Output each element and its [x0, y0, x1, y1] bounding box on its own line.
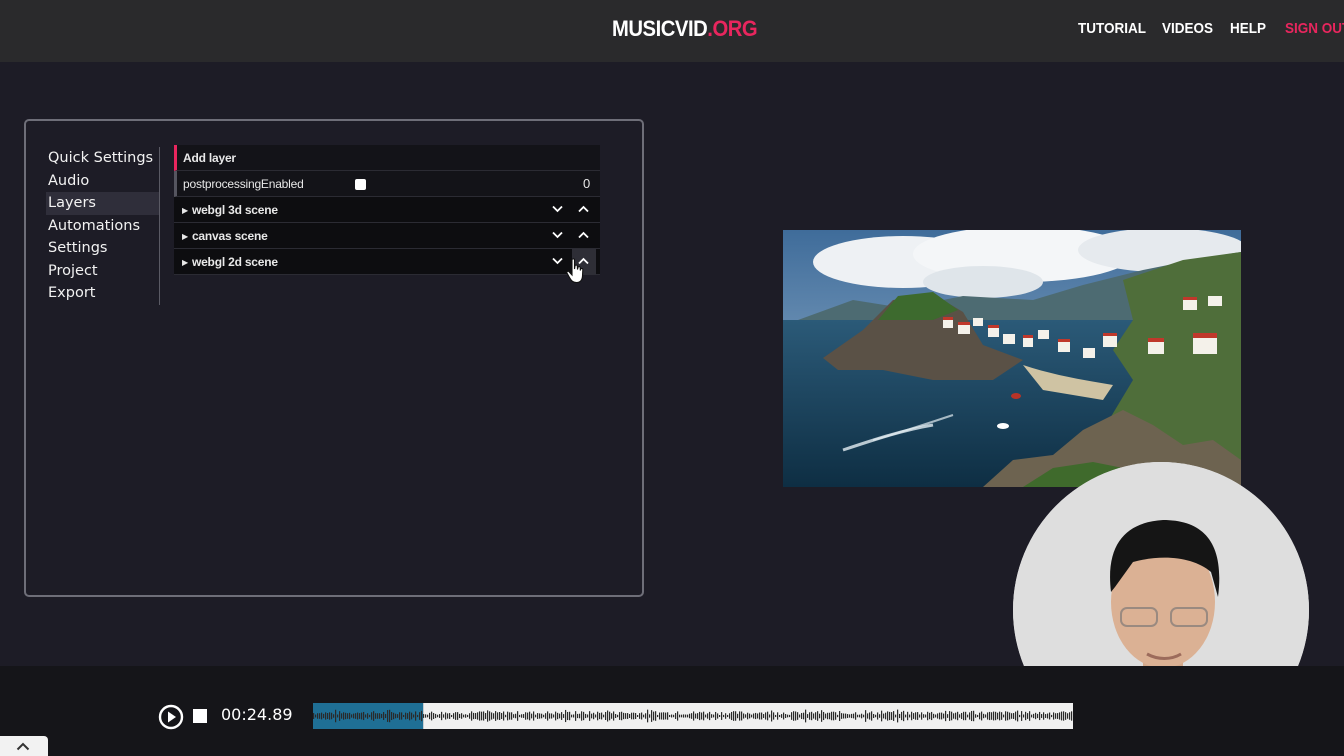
sidebar-item-layers[interactable]: Layers	[46, 192, 160, 215]
playback-time: 00:24.89	[221, 705, 293, 724]
expand-timeline-button[interactable]	[0, 736, 48, 756]
layers-list: Add layer postprocessingEnabled 0 ▶ webgl…	[174, 145, 600, 275]
sidebar-item-automations[interactable]: Automations	[46, 215, 160, 238]
chevron-up-icon	[578, 231, 589, 239]
chevron-down-icon	[552, 231, 563, 239]
layer-row[interactable]: ▶ webgl 3d scene	[174, 197, 600, 223]
postprocessing-row: postprocessingEnabled 0	[174, 171, 600, 197]
layer-name: webgl 3d scene	[191, 203, 278, 217]
layer-row[interactable]: ▶ webgl 2d scene	[174, 249, 600, 275]
nav-videos-link[interactable]: VIDEOS	[1162, 20, 1213, 37]
nav-help-link[interactable]: HELP	[1230, 20, 1266, 37]
move-up-button[interactable]	[572, 197, 596, 223]
add-layer-button[interactable]: Add layer	[174, 145, 600, 171]
move-up-button[interactable]	[572, 223, 596, 249]
site-logo[interactable]: MUSICVID.ORG	[612, 16, 758, 42]
postprocessing-checkbox[interactable]	[355, 179, 366, 190]
chevron-down-icon	[552, 205, 563, 213]
add-layer-label: Add layer	[183, 151, 236, 165]
top-bar: MUSICVID.ORG TUTORIAL VIDEOS HELP SIGN O…	[0, 0, 1344, 62]
nav-tutorial-link[interactable]: TUTORIAL	[1078, 20, 1146, 37]
move-down-button[interactable]	[546, 223, 570, 249]
preview-image	[783, 230, 1241, 487]
postprocessing-label: postprocessingEnabled	[183, 177, 304, 191]
expand-triangle-icon[interactable]: ▶	[182, 198, 188, 224]
layer-name: canvas scene	[191, 229, 268, 243]
chevron-down-icon	[552, 257, 563, 265]
nav-sign-out-link[interactable]: SIGN OUT	[1285, 20, 1344, 37]
chevron-up-icon	[578, 205, 589, 213]
sidebar-menu: Quick Settings Audio Layers Automations …	[46, 147, 160, 305]
audio-waveform[interactable]	[313, 703, 1073, 729]
layer-row[interactable]: ▶ canvas scene	[174, 223, 600, 249]
stop-button[interactable]	[193, 709, 207, 723]
expand-triangle-icon[interactable]: ▶	[182, 224, 188, 250]
sidebar-item-project[interactable]: Project	[46, 260, 160, 283]
settings-panel: Quick Settings Audio Layers Automations …	[24, 119, 644, 597]
sidebar-divider	[159, 147, 160, 305]
sidebar-item-audio[interactable]: Audio	[46, 170, 160, 193]
sidebar-item-export[interactable]: Export	[46, 282, 160, 305]
logo-main-text: MUSICVID	[612, 16, 708, 41]
sidebar-item-quick-settings[interactable]: Quick Settings	[46, 147, 160, 170]
layer-name: webgl 2d scene	[191, 255, 278, 269]
play-button[interactable]	[158, 704, 184, 730]
move-down-button[interactable]	[546, 197, 570, 223]
chevron-up-icon	[16, 742, 30, 751]
logo-tld-text: .ORG	[707, 16, 758, 41]
expand-triangle-icon[interactable]: ▶	[182, 250, 188, 276]
hand-cursor-icon	[566, 258, 584, 284]
postprocessing-value: 0	[583, 176, 591, 191]
sidebar-item-settings[interactable]: Settings	[46, 237, 160, 260]
